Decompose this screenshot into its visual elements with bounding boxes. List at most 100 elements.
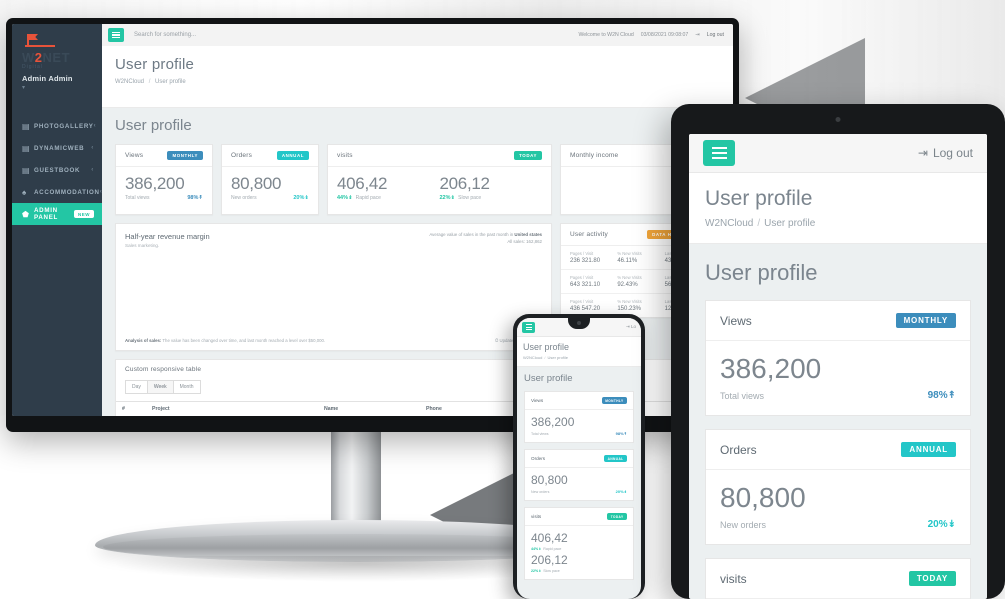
tablet-device: ⇥ Log out User profile W2NCloud / User prof… [671,104,1005,599]
sidebar-item-admin-panel[interactable]: ⬟ ADMIN PANEL NEW [12,203,102,225]
status-badge: ANNUAL [276,151,309,160]
tablet-breadcrumb-current: User profile [764,218,816,229]
phone-visits-value-a: 406,42 [531,531,568,545]
views-value: 386,200 [125,174,185,193]
sidebar-item-label: GUESTBOOK [34,166,81,174]
visits-sub-a: 44%↡ Rapid pace [337,195,440,201]
card-header: visits TODAY [706,559,970,599]
sidebar-logo[interactable]: W2NET Digital [12,24,102,70]
trend-down-icon: ↡ [623,489,627,494]
phone-visits-pace-b: 22%↡ Slow pace [531,569,560,573]
logo-pre: W [22,50,35,65]
tablet-section-title: User profile [705,260,818,285]
activity-key: Pages / Visit [570,275,594,280]
phone-orders-sub-label: New orders [531,490,550,494]
tab-week[interactable]: Week [146,380,174,394]
revenue-footer: Analysis of sales: The value has been ch… [116,338,551,350]
phone-card-visits: visits TODAY 406,42 44%↡ Rapid pace 206,1… [524,507,634,580]
visits-sub-b: 22%↡ Slow pace [440,195,543,201]
card-body: 406,42 44%↡ Rapid pace 206,12 22%↡ Slow pa… [525,526,633,579]
phone-menu-toggle-button[interactable] [522,321,535,333]
tablet-card-views: Views MONTHLY 386,200 Total views 98%↟ [705,300,971,416]
revenue-analysis-label: Analysis of sales: [125,338,162,343]
phone-page-header: User profile W2NCloud / User profile [517,337,641,367]
logo-wordmark: W2NET [22,50,102,65]
tablet-views-sub: Total views 98%↟ [720,390,956,401]
visits-percent-b: 22%↡ [439,195,456,201]
phone-content: User profile Views MONTHLY 386,200 Total… [517,367,641,580]
phone-breadcrumb-root[interactable]: W2NCloud [523,355,542,360]
status-badge: MONTHLY [167,151,203,160]
section-title: User profile [115,117,192,134]
activity-value: 436 547.20 [570,306,601,312]
logo-post: NET [42,50,71,65]
tablet-logout-link[interactable]: ⇥ Log out [918,146,973,160]
card-title: Orders [231,152,253,159]
tablet-orders-percent: 20%↡ [927,519,956,530]
sidebar-item-label: ACCOMMODATION [34,188,100,196]
activity-cell: Pages / Visit 436 547.20 [570,299,617,312]
card-header: Views MONTHLY [116,145,212,167]
trend-down-icon: ↡ [450,195,456,201]
phone-visits-value-b: 206,12 [531,553,568,567]
activity-value: 643 321.10 [570,282,601,288]
phone-screen: ⇥ Lo User profile W2NCloud / User profile … [517,318,641,599]
status-badge: TODAY [607,513,627,520]
tablet-orders-sub-label: New orders [720,520,767,530]
logout-link[interactable]: Log out [707,32,724,38]
card-title: Views [720,313,752,328]
card-title: Custom responsive table [125,366,202,373]
visits-value-b: 206,12 [439,174,491,193]
sidebar-item-photogallery[interactable]: ▤ PHOTOGALLERY ‹ [12,115,102,137]
tab-day[interactable]: Day [125,380,148,394]
sidebar-item-accommodation[interactable]: ♠ ACCOMMODATION ‹ [12,181,102,203]
col-project: Project [146,401,318,416]
card-header: Views MONTHLY [706,301,970,341]
card-visits: visits TODAY 406,42 44%↡ Rapid pace 206,… [327,144,552,215]
sidebar-item-guestbook[interactable]: ▤ GUESTBOOK ‹ [12,159,102,181]
search-input[interactable]: Search for something... [134,32,196,38]
phone-orders-value: 80,800 [531,473,568,487]
logo-num: 2 [34,50,43,65]
card-body: 80,800 New orders 20%↡ [222,167,318,210]
sidebar-item-dynamicweb[interactable]: ▤ DYNAMICWEB ‹ [12,137,102,159]
activity-cell: Pages / Visit 236 321.80 [570,251,617,264]
phone-logout-link[interactable]: ⇥ Lo [626,324,636,330]
revenue-title-block: Half-year revenue margin Sales marketing… [125,232,210,248]
revenue-subtitle: Sales marketing. [125,243,160,248]
visits-col-a: 406,42 44%↡ Rapid pace [337,175,440,201]
tablet-breadcrumb-root[interactable]: W2NCloud [705,218,753,229]
activity-value: 236 321.80 [570,258,601,264]
card-header: visits TODAY [328,145,551,167]
phone-section-title: User profile [524,373,573,384]
breadcrumb-root[interactable]: W2NCloud [115,79,144,85]
trend-up-icon: ↟ [623,431,627,436]
chevron-right-icon: ‹ [91,145,94,151]
chevron-down-icon[interactable]: ▾ [12,83,102,91]
activity-cell: % New Visits 150.23% [617,299,664,312]
tab-month[interactable]: Month [172,380,201,394]
sidebar-user-name[interactable]: Admin Admin [12,70,102,83]
status-badge: ANNUAL [901,442,956,457]
card-title: User activity [570,231,608,238]
card-title: Monthly income [570,152,619,159]
phone-views-sub-label: Total views [531,432,549,436]
activity-key: % New Visits [617,251,642,256]
menu-toggle-button[interactable] [108,28,124,42]
sidebar-item-label: ADMIN PANEL [34,207,59,221]
visits-pace-b: Slow pace [458,195,482,201]
tablet-orders-sub: New orders 20%↡ [720,519,956,530]
status-badge: MONTHLY [895,313,956,328]
status-badge: TODAY [514,151,542,160]
views-sub-label: Total views [125,195,150,201]
chevron-right-icon: ‹ [91,167,94,173]
sidebar-item-label: PHOTOGALLERY [34,122,94,130]
tablet-menu-toggle-button[interactable] [703,140,735,166]
phone-breadcrumb-separator: / [544,355,546,360]
tablet-screen: ⇥ Log out User profile W2NCloud / User prof… [689,134,987,599]
logout-icon[interactable]: ⇥ [695,32,699,38]
card-orders: Orders ANNUAL 80,800 New orders 20%↡ [221,144,319,215]
revenue-all-sales: All sales: 162,862 [507,238,542,244]
sidebar-item-label: DYNAMICWEB [34,144,85,152]
sidebar-nav: ▤ PHOTOGALLERY ‹ ▤ DYNAMICWEB ‹ ▤ GUESTB… [12,115,102,225]
